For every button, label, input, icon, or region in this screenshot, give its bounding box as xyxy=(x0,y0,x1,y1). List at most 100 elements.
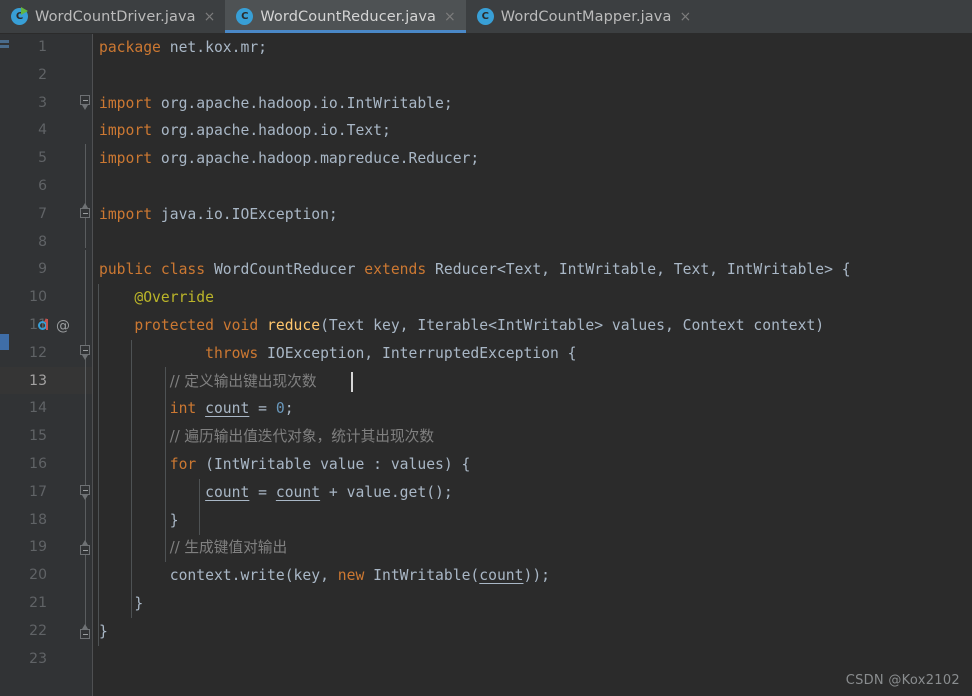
keyword-import: import xyxy=(99,122,153,140)
line-number: 5 xyxy=(38,150,47,167)
code-line-15: // 遍历输出值迭代对象，统计其出现次数 xyxy=(99,423,434,451)
keyword-import: import xyxy=(99,205,153,223)
assign-expression-tail: + value.get(); xyxy=(320,483,453,501)
superclass-declaration: Reducer<Text, IntWritable, Text, IntWrit… xyxy=(435,261,851,279)
fold-collapse-icon-line16[interactable] xyxy=(79,484,92,501)
throws-clause: IOException, InterruptedException { xyxy=(267,344,577,362)
code-line-14: int count = 0; xyxy=(99,395,294,423)
fold-collapse-icon-line18[interactable] xyxy=(79,540,92,561)
method-name: reduce xyxy=(267,317,321,334)
java-class-icon: C xyxy=(236,8,254,25)
keyword-import: import xyxy=(99,150,153,168)
code-line-5: import org.apache.hadoop.mapreduce.Reduc… xyxy=(99,145,479,173)
fold-region-line xyxy=(85,250,86,635)
code-line-1: package net.kox.mr; xyxy=(99,34,267,62)
close-icon[interactable]: × xyxy=(443,10,457,24)
code-line-16: for (IntWritable value : values) { xyxy=(99,451,471,479)
keyword-protected: protected xyxy=(134,317,214,334)
closing-brace: } xyxy=(99,622,108,640)
close-icon[interactable]: × xyxy=(678,10,692,24)
code-line-4: import org.apache.hadoop.io.Text; xyxy=(99,117,391,145)
call-tail: )); xyxy=(523,567,551,585)
fold-region-line xyxy=(85,144,86,248)
code-line-9: public class WordCountReducer extends Re… xyxy=(99,256,851,284)
fold-collapse-icon-line12[interactable] xyxy=(79,344,92,361)
line-number: 14 xyxy=(29,400,47,417)
line-number: 15 xyxy=(29,428,47,445)
override-method-icon[interactable] xyxy=(38,318,50,331)
ide-window: C WordCountDriver.java × C WordCountRedu… xyxy=(0,0,972,696)
annotation-override: @Override xyxy=(134,289,214,307)
assign-operator: = xyxy=(249,483,276,501)
line-number: 3 xyxy=(38,94,47,111)
code-editor[interactable]: 1 2 3 4 5 6 7 8 9 10 11 12 13 14 15 16 1… xyxy=(0,34,972,696)
code-line-17: count = count + value.get(); xyxy=(99,479,453,507)
code-text-area[interactable]: package net.kox.mr; import org.apache.ha… xyxy=(93,34,972,696)
keyword-void: void xyxy=(222,317,259,334)
semicolon: ; xyxy=(284,400,294,418)
closing-brace: } xyxy=(169,511,179,529)
comment-define-count: // 定义输出键出现次数 xyxy=(169,372,317,390)
keyword-class: class xyxy=(160,261,206,279)
line-number: 20 xyxy=(29,567,47,584)
watermark: CSDN @Kox2102 xyxy=(845,673,960,688)
variable-count: count xyxy=(205,400,250,418)
number-literal: 0 xyxy=(275,400,285,418)
line-number: 1 xyxy=(38,39,47,55)
code-line-21: } xyxy=(99,590,143,618)
for-header: (IntWritable value : values) { xyxy=(205,456,471,473)
close-icon[interactable]: × xyxy=(203,10,217,24)
line-number-current: 13 xyxy=(29,372,47,389)
fold-collapse-icon-line3[interactable] xyxy=(79,94,92,111)
line-number: 19 xyxy=(29,539,47,556)
keyword-extends: extends xyxy=(364,261,427,279)
annotation-marker-icon[interactable]: @ xyxy=(56,319,70,333)
code-line-7: import java.io.IOException; xyxy=(99,201,338,229)
line-number: 23 xyxy=(29,650,47,667)
code-line-11: protected void reduce(Text key, Iterable… xyxy=(99,312,824,340)
tab-wordcountdriver[interactable]: C WordCountDriver.java × xyxy=(0,0,226,33)
line-number: 9 xyxy=(38,261,47,278)
class-name: WordCountReducer xyxy=(213,261,356,279)
code-line-22: } xyxy=(99,618,108,646)
tab-label: WordCountMapper.java xyxy=(500,8,672,25)
keyword-for: for xyxy=(169,456,197,473)
keyword-import: import xyxy=(99,94,153,112)
import-path: java.io.IOException; xyxy=(160,205,338,223)
tab-label: WordCountReducer.java xyxy=(260,8,437,25)
keyword-int: int xyxy=(169,400,197,418)
code-line-13: // 定义输出键出现次数 xyxy=(99,368,317,396)
keyword-package: package xyxy=(99,39,161,56)
context-write-call: context.write(key, xyxy=(169,567,338,585)
line-number: 18 xyxy=(29,511,47,528)
line-number: 4 xyxy=(38,122,47,139)
line-number: 21 xyxy=(29,595,47,611)
comment-iterate: // 遍历输出值迭代对象，统计其出现次数 xyxy=(169,428,435,446)
code-line-12: throws IOException, InterruptedException… xyxy=(99,340,577,368)
line-number: 22 xyxy=(29,622,47,639)
closing-brace: } xyxy=(134,595,144,612)
import-path: org.apache.hadoop.io.Text; xyxy=(160,122,391,140)
variable-count: count xyxy=(205,483,250,501)
keyword-new: new xyxy=(337,567,365,585)
line-number: 6 xyxy=(38,178,47,194)
comment-emit: // 生成键值对输出 xyxy=(169,539,288,557)
line-number: 12 xyxy=(29,344,47,361)
code-line-20: context.write(key, new IntWritable(count… xyxy=(99,562,550,590)
line-number: 7 xyxy=(38,205,47,222)
import-path: org.apache.hadoop.io.IntWritable; xyxy=(160,94,453,112)
line-number: 2 xyxy=(38,66,47,83)
editor-tab-bar: C WordCountDriver.java × C WordCountRedu… xyxy=(0,0,972,34)
keyword-throws: throws xyxy=(205,344,259,362)
import-path: org.apache.hadoop.mapreduce.Reducer; xyxy=(160,150,480,168)
tab-wordcountreducer[interactable]: C WordCountReducer.java × xyxy=(225,0,467,33)
line-number: 16 xyxy=(29,456,47,472)
java-class-icon: C xyxy=(476,8,494,25)
line-number: 8 xyxy=(38,233,47,250)
fold-collapse-icon-line7[interactable] xyxy=(79,203,92,224)
code-line-3: import org.apache.hadoop.io.IntWritable; xyxy=(99,90,453,118)
text-caret xyxy=(351,371,353,392)
tab-wordcountmapper[interactable]: C WordCountMapper.java × xyxy=(465,0,702,33)
code-line-18: } xyxy=(99,507,179,535)
fold-collapse-icon-line21[interactable] xyxy=(79,624,92,645)
